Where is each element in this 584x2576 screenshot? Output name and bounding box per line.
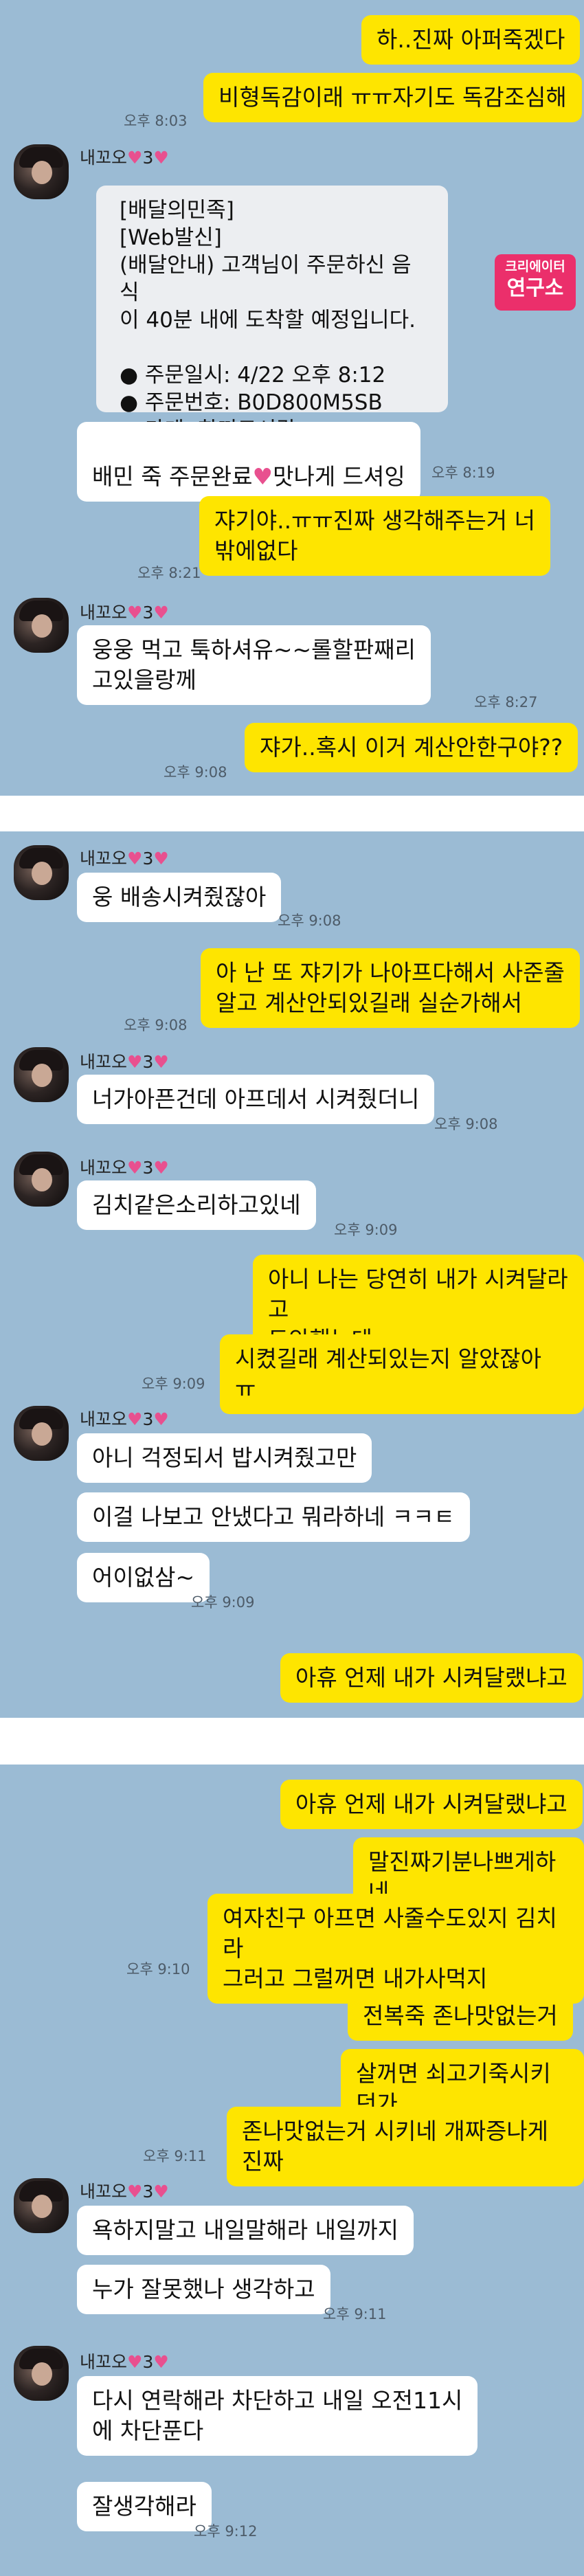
message-bubble: 아니 걱정되서 밥시켜줬고만 xyxy=(77,1433,372,1483)
heart-icon: ♥ xyxy=(153,1158,169,1178)
sender-name: 내꼬오♥3♥ xyxy=(80,1052,169,1072)
message-bubble: 다시 연락해라 차단하고 내일 오전11시 에 차단푼다 xyxy=(77,2376,478,2456)
heart-icon: ♥ xyxy=(127,2352,143,2372)
message-bubble: 잘생각해라 xyxy=(77,2482,212,2531)
heart-icon: ♥ xyxy=(127,2182,143,2202)
message-bubble: 이걸 나보고 안냈다고 뭐라하네 ㅋㅋㅌ xyxy=(77,1492,470,1542)
message-bubble: 시켰길래 계산되있는지 알았잖아 ㅠ xyxy=(220,1334,584,1414)
message-bubble: 누가 잘못했나 생각하고 xyxy=(77,2265,330,2314)
message-bubble: 하..진짜 아퍼죽겠다 xyxy=(361,15,581,65)
heart-icon: ♥ xyxy=(127,148,143,168)
badge-count: 3 xyxy=(142,849,154,869)
message-bubble: 웅 배송시켜줬잖아 xyxy=(77,873,282,922)
message-bubble: 존나맛없는거 시키네 개짜증나게진짜 xyxy=(227,2107,584,2186)
timestamp: 오후 9:11 xyxy=(143,2148,207,2164)
timestamp: 오후 9:11 xyxy=(323,2306,387,2322)
heart-icon: ♥ xyxy=(153,849,169,869)
sender-name: 내꼬오♥3♥ xyxy=(80,849,169,869)
badge-count: 3 xyxy=(142,1409,154,1429)
avatar[interactable] xyxy=(14,598,69,653)
heart-icon: ♥ xyxy=(153,1409,169,1429)
heart-icon: ♥ xyxy=(153,603,169,623)
sender-name: 내꼬오♥3♥ xyxy=(80,1158,169,1178)
heart-icon: ♥ xyxy=(153,2182,169,2202)
timestamp: 오후 9:08 xyxy=(164,764,227,781)
avatar[interactable] xyxy=(14,2178,69,2233)
heart-icon: ♥ xyxy=(153,1052,169,1072)
timestamp: 오후 8:21 xyxy=(137,565,201,581)
message-bubble: 배민 죽 주문완료♥맛나게 드셔잉 xyxy=(77,422,420,502)
sender-name: 내꼬오♥3♥ xyxy=(80,603,169,623)
sender-name: 내꼬오♥3♥ xyxy=(80,2352,169,2372)
delivery-notice-card[interactable]: [배달의민족] [Web발신] (배달안내) 고객님이 주문하신 음식 이 40… xyxy=(96,186,448,443)
avatar[interactable] xyxy=(14,1406,69,1461)
sender-name: 내꼬오♥3♥ xyxy=(80,148,169,168)
heart-icon: ♥ xyxy=(153,2352,169,2372)
message-bubble: 비형독감이래 ㅠㅠ자기도 독감조심해 xyxy=(203,73,582,122)
avatar[interactable] xyxy=(14,1047,69,1102)
message-bubble: 욕하지말고 내일말해라 내일까지 xyxy=(77,2206,414,2255)
watermark-logo: 크리에이터 연구소 xyxy=(495,254,576,311)
heart-icon: ♥ xyxy=(153,148,169,168)
message-bubble: 아휴 언제 내가 시켜달랬냐고 xyxy=(280,1653,583,1703)
badge-count: 3 xyxy=(142,1052,154,1072)
chat-panel-1: 하..진짜 아퍼죽겠다 비형독감이래 ㅠㅠ자기도 독감조심해 오후 8:03 내… xyxy=(0,0,584,796)
message-bubble: 쟈기야..ㅠㅠ진짜 생각해주는거 너 밖에없다 xyxy=(199,496,550,576)
message-bubble: 아 난 또 쟈기가 나아프다해서 사준줄 알고 계산안되있길래 실순가해서 xyxy=(201,948,580,1028)
heart-icon: ♥ xyxy=(127,603,143,623)
chat-panel-3: 아휴 언제 내가 시켜달랬냐고 말진짜기분나쁘게하네 여자친구 아프면 사줄수도… xyxy=(0,1765,584,2576)
avatar[interactable] xyxy=(14,845,69,900)
badge-count: 3 xyxy=(142,603,154,623)
avatar[interactable] xyxy=(14,144,69,199)
timestamp: 오후 9:08 xyxy=(124,1017,188,1033)
message-bubble: 쟈가..혹시 이거 계산안한구야?? xyxy=(245,723,579,772)
heart-icon: ♥ xyxy=(127,1158,143,1178)
timestamp: 오후 8:03 xyxy=(124,113,188,129)
message-bubble: 웅웅 먹고 툭하셔유~~롤할판째리 고있을랑께 xyxy=(77,625,431,705)
timestamp: 오후 8:19 xyxy=(431,464,495,481)
heart-icon: ♥ xyxy=(127,849,143,869)
heart-icon: ♥ xyxy=(127,1052,143,1072)
message-bubble: 전복죽 존나맛없는거 xyxy=(348,1991,573,2041)
timestamp: 오후 9:09 xyxy=(142,1376,205,1392)
timestamp: 오후 9:10 xyxy=(126,1961,190,1978)
badge-count: 3 xyxy=(142,148,154,168)
heart-icon: ♥ xyxy=(127,1409,143,1429)
timestamp: 오후 9:09 xyxy=(334,1222,398,1238)
timestamp: 오후 9:12 xyxy=(194,2523,258,2540)
timestamp: 오후 9:08 xyxy=(434,1116,498,1132)
chat-panel-2: 내꼬오♥3♥ 웅 배송시켜줬잖아 오후 9:08 아 난 또 쟈기가 나아프다해… xyxy=(0,831,584,1718)
avatar[interactable] xyxy=(14,2346,69,2401)
message-bubble: 너가아픈건데 아프데서 시켜줬더니 xyxy=(77,1075,435,1124)
sender-name: 내꼬오♥3♥ xyxy=(80,1409,169,1429)
message-bubble: 김치같은소리하고있네 xyxy=(77,1180,316,1230)
badge-count: 3 xyxy=(142,1158,154,1178)
message-bubble: 어이없삼~ xyxy=(77,1553,210,1602)
badge-count: 3 xyxy=(142,2352,154,2372)
timestamp: 오후 8:27 xyxy=(474,694,538,710)
timestamp: 오후 9:09 xyxy=(191,1594,255,1611)
message-bubble: 아휴 언제 내가 시켜달랬냐고 xyxy=(280,1780,583,1829)
sender-name: 내꼬오♥3♥ xyxy=(80,2182,169,2202)
message-bubble: 여자친구 아프면 사줄수도있지 김치라 그러고 그럴꺼면 내가사먹지 xyxy=(207,1894,584,2004)
badge-count: 3 xyxy=(142,2182,154,2202)
avatar[interactable] xyxy=(14,1152,69,1207)
timestamp: 오후 9:08 xyxy=(278,912,341,929)
heart-icon: ♥ xyxy=(252,463,273,490)
